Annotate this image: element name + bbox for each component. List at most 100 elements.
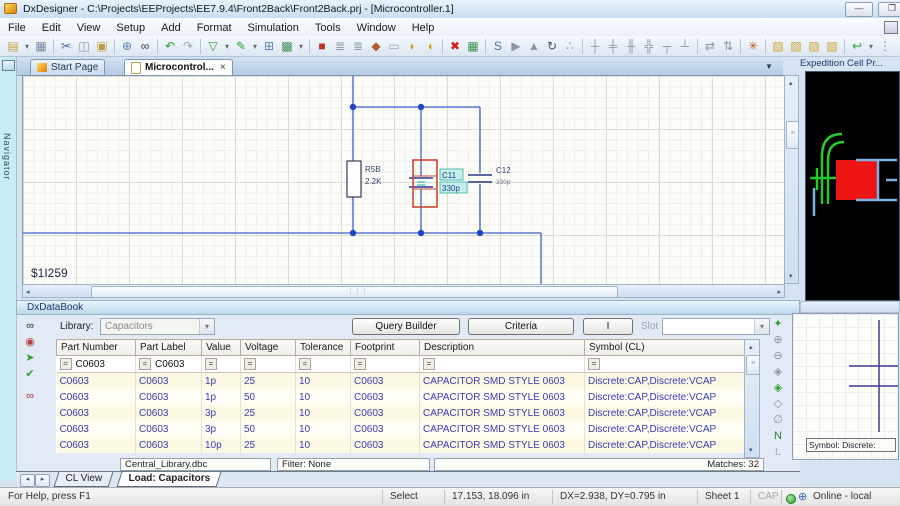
select-filter-icon[interactable]: ▽ — [204, 38, 222, 55]
table-cell[interactable]: C0603 — [56, 405, 136, 421]
table-row[interactable]: C0603 C0603 3p 50 10 C0603 CAPACITOR SMD STYLE… — [56, 421, 745, 437]
library-select[interactable]: Capacitors ▾ — [100, 318, 215, 335]
table-row[interactable]: C0603 C0603 10p 25 10 C0603 CAPACITOR SMD STYL… — [56, 437, 745, 453]
menu-format[interactable]: Format — [189, 20, 240, 36]
cell-preview-canvas[interactable] — [805, 71, 900, 301]
filter-cell[interactable]: = C0603 — [56, 355, 136, 373]
filter-cell[interactable]: = — [295, 355, 351, 373]
menu-file[interactable]: File — [0, 20, 34, 36]
table-cell[interactable]: C0603 — [135, 421, 202, 437]
table-cell[interactable]: C0603 — [56, 372, 136, 389]
table-scroll-up-icon[interactable]: ▴ — [749, 343, 753, 351]
table-cell[interactable]: 10 — [295, 389, 351, 405]
eraser-icon[interactable]: ∅ — [770, 413, 786, 428]
table-cell[interactable]: C0603 — [135, 405, 202, 421]
symbol-search-icon[interactable]: ◈ — [770, 365, 786, 380]
table-cell[interactable]: 10 — [295, 405, 351, 421]
toolbar-overflow-icon[interactable]: ⋮ — [876, 38, 894, 55]
cut-icon[interactable]: ✂ — [57, 38, 75, 55]
image-dropdown-icon[interactable]: ▾ — [296, 38, 306, 55]
zoom-icon[interactable]: ⊕ — [118, 38, 136, 55]
mdi-window-icon[interactable] — [884, 21, 898, 34]
place-part-icon[interactable]: ◉ — [22, 335, 38, 350]
table-cell[interactable]: C0603 — [350, 372, 420, 389]
filter-cell[interactable]: = — [419, 355, 585, 373]
filter-play-icon[interactable]: ▶ — [507, 38, 525, 55]
tab-load-capacitors[interactable]: Load: Capacitors — [116, 472, 222, 487]
zoom-out-small-icon[interactable]: ⊖ — [770, 349, 786, 364]
select-dropdown-icon[interactable]: ▾ — [222, 38, 232, 55]
table-cell[interactable]: C0603 — [350, 437, 420, 453]
table-cell[interactable]: Discrete:CAP,Discrete:VCAP — [584, 389, 745, 405]
table-cell[interactable]: 50 — [240, 421, 296, 437]
slot-select[interactable]: ▾ — [662, 318, 770, 335]
forward-annotate-icon[interactable]: ◗ — [403, 38, 421, 55]
draw-dropdown-icon[interactable]: ▾ — [250, 38, 260, 55]
capacitor-c11-selection-box[interactable] — [412, 159, 438, 208]
verify-icon[interactable]: ✔ — [22, 367, 38, 382]
tab-microcontroller[interactable]: Microcontrol... × — [124, 59, 233, 75]
table-cell[interactable]: 1p — [201, 372, 241, 389]
menu-help[interactable]: Help — [404, 20, 443, 36]
red-block-icon[interactable]: ■ — [313, 38, 331, 55]
table-cell[interactable]: C0603 — [135, 389, 202, 405]
table-cell[interactable]: CAPACITOR SMD STYLE 0603 — [419, 421, 585, 437]
table-cell[interactable]: C0603 — [350, 389, 420, 405]
table-cell[interactable]: CAPACITOR SMD STYLE 0603 — [419, 389, 585, 405]
label-toggle-icon[interactable]: L — [770, 445, 786, 460]
column-header-tolerance[interactable]: Tolerance — [295, 339, 351, 356]
table-cell[interactable]: 25 — [240, 372, 296, 389]
find-icon[interactable]: ∞ — [136, 38, 154, 55]
zoom-in-small-icon[interactable]: ⊕ — [770, 333, 786, 348]
filter-value[interactable]: C0603 — [155, 359, 184, 370]
query-builder-button[interactable]: Query Builder — [352, 318, 460, 335]
scroll-up-icon[interactable]: ▴ — [789, 79, 793, 87]
table-cell[interactable]: C0603 — [56, 421, 136, 437]
filter-cell[interactable]: = — [201, 355, 241, 373]
pin-bottom-icon[interactable]: ┴ — [676, 38, 694, 55]
table-cell[interactable]: C0603 — [135, 372, 202, 389]
tab-close-icon[interactable]: × — [220, 62, 226, 73]
schematic-canvas[interactable]: R5B 2.2K C12 330p C11 330p $1I259 — [22, 75, 785, 285]
menu-add[interactable]: Add — [153, 20, 189, 36]
table-cell[interactable]: 10 — [295, 372, 351, 389]
criteria-button[interactable]: Criteria — [468, 318, 574, 335]
copy-icon[interactable]: ◫ — [75, 38, 93, 55]
new-document-icon[interactable]: ▤ — [4, 38, 22, 55]
column-header-symbol-cl-[interactable]: Symbol (CL) — [584, 339, 745, 356]
filter-value[interactable]: C0603 — [76, 359, 105, 370]
column-header-footprint[interactable]: Footprint — [350, 339, 420, 356]
sheet-up-icon[interactable]: ≣ — [331, 38, 349, 55]
table-row[interactable]: C0603 C0603 1p 25 10 C0603 CAPACITOR SMD STYLE… — [56, 372, 745, 389]
scroll-down-icon[interactable]: ▾ — [789, 272, 793, 280]
schematic-vscrollbar[interactable]: ▴ ≡ ▾ — [784, 75, 799, 284]
tab-start-page[interactable]: Start Page — [30, 59, 106, 75]
cell-preview-scroll-strip[interactable] — [800, 301, 900, 313]
tab-list-dropdown-icon[interactable]: ▼ — [765, 62, 773, 71]
menu-tools[interactable]: Tools — [307, 20, 349, 36]
signal-tool-icon[interactable]: S — [489, 38, 507, 55]
place-footprint-icon[interactable]: ➤ — [22, 351, 38, 366]
search-unplaced-icon[interactable]: ∞ — [22, 389, 38, 404]
table-cell[interactable]: Discrete:CAP,Discrete:VCAP — [584, 372, 745, 389]
table-cell[interactable]: Discrete:CAP,Discrete:VCAP — [584, 405, 745, 421]
table-cell[interactable]: CAPACITOR SMD STYLE 0603 — [419, 372, 585, 389]
db-place-4-icon[interactable]: ▨ — [823, 38, 841, 55]
table-scroll-thumb[interactable]: ≡ — [746, 355, 760, 375]
table-cell[interactable]: 10p — [201, 437, 241, 453]
back-annotate-icon[interactable]: ◖ — [421, 38, 439, 55]
menu-simulation[interactable]: Simulation — [240, 20, 307, 36]
column-header-value[interactable]: Value — [201, 339, 241, 356]
table-cell[interactable]: 25 — [240, 437, 296, 453]
pin-number-icon[interactable]: ┼ — [586, 38, 604, 55]
table-scroll-down-icon[interactable]: ▾ — [749, 446, 753, 454]
table-cell[interactable]: CAPACITOR SMD STYLE 0603 — [419, 405, 585, 421]
db-place-3-icon[interactable]: ▨ — [805, 38, 823, 55]
table-cell[interactable]: C0603 — [350, 405, 420, 421]
block-icon[interactable]: ⊞ — [260, 38, 278, 55]
filter-cell[interactable]: = — [240, 355, 296, 373]
apply-symbol-icon[interactable]: ✦ — [770, 317, 786, 332]
db-place-2-icon[interactable]: ▨ — [787, 38, 805, 55]
menu-view[interactable]: View — [69, 20, 109, 36]
board-icon[interactable]: ▭ — [385, 38, 403, 55]
